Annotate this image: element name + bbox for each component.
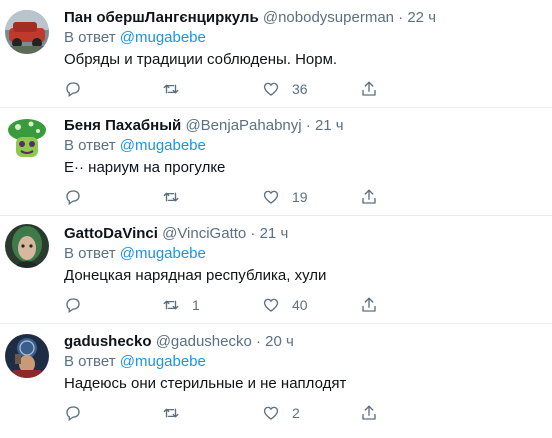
speech-bubble-icon [64, 188, 82, 206]
author-handle[interactable]: @VinciGatto [162, 225, 246, 242]
separator-dot: · [305, 117, 311, 134]
like-button[interactable]: 19 [262, 186, 308, 208]
heart-outline-icon [262, 80, 280, 98]
retweet-button[interactable] [162, 78, 192, 100]
share-upload-icon [360, 188, 378, 206]
share-button[interactable] [360, 78, 378, 100]
timestamp[interactable]: 22 ч [407, 9, 436, 26]
reply-context: В ответ @mugabebe [64, 136, 206, 156]
timestamp[interactable]: 21 ч [260, 225, 289, 242]
tweet-actions: 1 40 [64, 294, 384, 316]
tweet-text: Обряды и традиции соблюдены. Норм. [64, 51, 338, 68]
tweet-text: Надеюсь они стерильные и не наплодят [64, 375, 347, 392]
tweet-header: Пан обершЛангєнциркуль @nobodysuperman ·… [64, 8, 436, 28]
share-button[interactable] [360, 186, 378, 208]
author-handle[interactable]: @BenjaPahabnyj [185, 117, 301, 134]
reply-context: В ответ @mugabebe [64, 244, 206, 264]
retweet-count: 1 [192, 297, 200, 313]
reply-thread: Пан обершЛангєнциркуль @nobodysuperman ·… [0, 0, 552, 438]
author-name[interactable]: Пан обершЛангєнциркуль [64, 9, 259, 26]
tweet-reply[interactable]: gadushecko @gadushecko · 20 ч В ответ @m… [0, 324, 552, 438]
retweet-button[interactable]: 1 [162, 294, 200, 316]
heart-outline-icon [262, 404, 280, 422]
mention-link[interactable]: @mugabebe [120, 29, 206, 46]
retweet-arrows-icon [162, 80, 180, 98]
tweet-header: Беня Пахабный @BenjaPahabnyj · 21 ч [64, 116, 344, 136]
reply-button[interactable] [64, 78, 94, 100]
reply-prefix: В ответ [64, 353, 116, 370]
share-button[interactable] [360, 402, 378, 424]
share-upload-icon [360, 404, 378, 422]
retweet-arrows-icon [162, 188, 180, 206]
like-count: 2 [292, 405, 300, 421]
tweet-reply[interactable]: Пан обершЛангєнциркуль @nobodysuperman ·… [0, 0, 552, 108]
reply-context: В ответ @mugabebe [64, 28, 206, 48]
reply-button[interactable] [64, 402, 94, 424]
tweet-actions: 2 [64, 402, 384, 424]
speech-bubble-icon [64, 404, 82, 422]
timestamp[interactable]: 21 ч [315, 117, 344, 134]
share-button[interactable] [360, 294, 378, 316]
retweet-arrows-icon [162, 404, 180, 422]
reply-prefix: В ответ [64, 137, 116, 154]
reply-button[interactable] [64, 294, 94, 316]
avatar[interactable] [5, 334, 49, 378]
author-name[interactable]: GattoDaVinci [64, 225, 158, 242]
share-upload-icon [360, 80, 378, 98]
retweet-button[interactable] [162, 186, 192, 208]
tweet-header: GattoDaVinci @VinciGatto · 21 ч [64, 224, 288, 244]
like-button[interactable]: 2 [262, 402, 300, 424]
like-count: 19 [292, 189, 308, 205]
mention-link[interactable]: @mugabebe [120, 353, 206, 370]
author-handle[interactable]: @nobodysuperman [263, 9, 394, 26]
reply-prefix: В ответ [64, 29, 116, 46]
author-name[interactable]: Беня Пахабный [64, 117, 181, 134]
tweet-actions: 36 [64, 78, 384, 100]
avatar[interactable] [5, 116, 49, 160]
reply-context: В ответ @mugabebe [64, 352, 206, 372]
avatar[interactable] [5, 224, 49, 268]
author-handle[interactable]: @gadushecko [156, 333, 252, 350]
speech-bubble-icon [64, 296, 82, 314]
like-count: 40 [292, 297, 308, 313]
heart-outline-icon [262, 296, 280, 314]
like-count: 36 [292, 81, 308, 97]
tweet-reply[interactable]: GattoDaVinci @VinciGatto · 21 ч В ответ … [0, 216, 552, 324]
like-button[interactable]: 40 [262, 294, 308, 316]
tweet-text: Е·· нариум на прогулке [64, 159, 226, 176]
speech-bubble-icon [64, 80, 82, 98]
reply-prefix: В ответ [64, 245, 116, 262]
reply-button[interactable] [64, 186, 94, 208]
tweet-text: Донецкая нарядная республика, хули [64, 267, 327, 284]
retweet-arrows-icon [162, 296, 180, 314]
timestamp[interactable]: 20 ч [265, 333, 294, 350]
separator-dot: · [256, 333, 261, 350]
author-name[interactable]: gadushecko [64, 333, 152, 350]
tweet-reply[interactable]: Беня Пахабный @BenjaPahabnyj · 21 ч В от… [0, 108, 552, 216]
mention-link[interactable]: @mugabebe [120, 245, 206, 262]
mention-link[interactable]: @mugabebe [120, 137, 206, 154]
avatar[interactable] [5, 10, 49, 54]
separator-dot: · [398, 9, 404, 26]
tweet-actions: 19 [64, 186, 384, 208]
separator-dot: · [250, 225, 256, 242]
heart-outline-icon [262, 188, 280, 206]
share-upload-icon [360, 296, 378, 314]
retweet-button[interactable] [162, 402, 192, 424]
tweet-header: gadushecko @gadushecko · 20 ч [64, 332, 294, 352]
like-button[interactable]: 36 [262, 78, 308, 100]
